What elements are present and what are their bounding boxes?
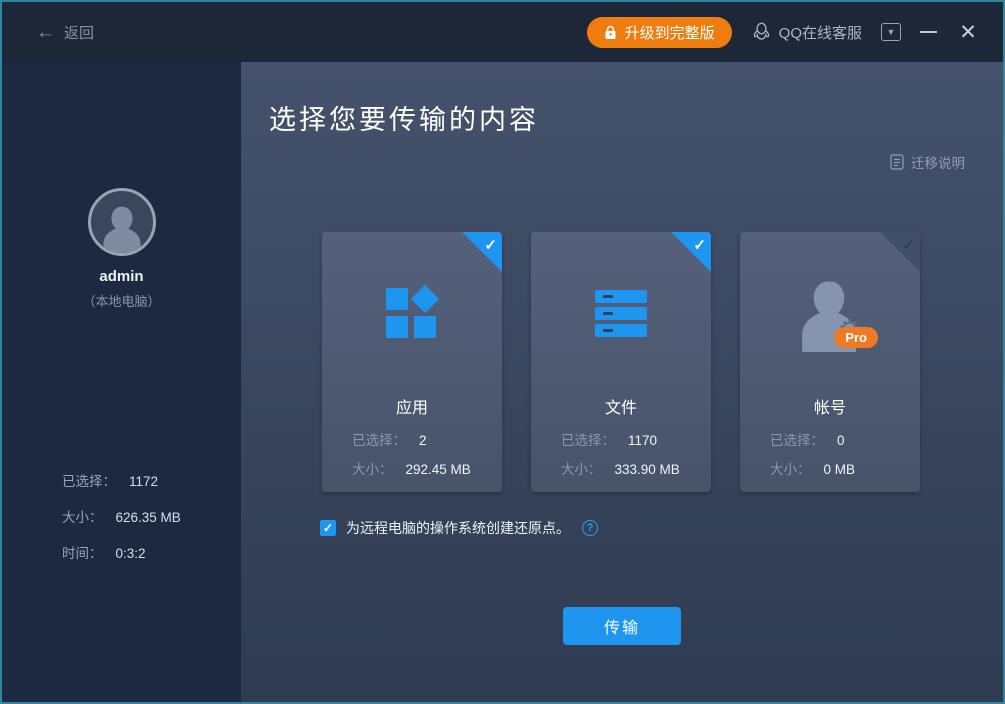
sidebar: admin （本地电脑） 已选择： 1172 大小： 626.35 MB 时间：… (2, 62, 241, 702)
card-size-value: 292.45 MB (406, 462, 471, 477)
card-selected-value: 0 (837, 433, 845, 448)
stat-selected: 已选择： 1172 (62, 470, 181, 490)
minimize-icon (920, 31, 937, 33)
migration-help-label: 迁移说明 (911, 152, 965, 172)
check-icon: ✓ (902, 236, 915, 254)
card-selected-row: 已选择： 1170 (531, 429, 711, 449)
card-title: 帐号 (740, 394, 920, 420)
user-subtitle: （本地电脑） (2, 291, 241, 310)
qq-support-label: QQ在线客服 (779, 22, 862, 43)
account-icon: ⚙ Pro (790, 270, 870, 356)
stat-time: 时间： 0:3:2 (62, 542, 181, 562)
card-selected-value: 2 (419, 433, 427, 448)
titlebar-dropdown-button[interactable]: ▼ (881, 23, 901, 41)
check-icon: ✓ (484, 236, 497, 254)
chevron-down-icon: ▼ (887, 27, 896, 37)
transfer-cards: ✓ 应用 已选择： 2 大小： 292.45 MB (322, 232, 920, 492)
restore-point-label: 为远程电脑的操作系统创建还原点。 (346, 518, 570, 538)
main-content: 选择您要传输的内容 迁移说明 ✓ 应用 已选择： (241, 62, 1003, 702)
check-icon: ✓ (693, 236, 706, 254)
stat-label: 大小： (62, 506, 103, 526)
transfer-button[interactable]: 传输 (563, 607, 681, 645)
stat-value: 0:3:2 (116, 546, 146, 561)
check-icon: ✓ (323, 521, 333, 535)
titlebar-actions: 升级到完整版 QQ在线客服 ▼ ✕ (587, 17, 983, 48)
migration-help-link[interactable]: 迁移说明 (890, 152, 965, 172)
close-icon: ✕ (959, 21, 977, 44)
document-icon (890, 154, 904, 170)
card-selected-label: 已选择： (352, 429, 406, 449)
card-size-value: 0 MB (824, 462, 856, 477)
pro-badge: Pro (834, 327, 878, 348)
stat-size: 大小： 626.35 MB (62, 506, 181, 526)
card-size-row: 大小： 333.90 MB (531, 458, 711, 478)
card-accounts[interactable]: ✓ ⚙ Pro 帐号 已选择： 0 大小： (740, 232, 920, 492)
card-selected-label: 已选择： (561, 429, 615, 449)
user-name: admin (2, 268, 241, 285)
app-window: ← 返回 升级到完整版 QQ在线客服 ▼ ✕ admin （本地电脑） (0, 0, 1005, 704)
card-selected-row: 已选择： 2 (322, 429, 502, 449)
avatar (88, 188, 156, 256)
person-silhouette-icon (95, 200, 149, 254)
card-size-label: 大小： (352, 458, 393, 478)
card-size-row: 大小： 0 MB (740, 458, 920, 478)
card-title: 应用 (322, 394, 502, 420)
lock-icon (604, 25, 617, 40)
card-apps[interactable]: ✓ 应用 已选择： 2 大小： 292.45 MB (322, 232, 502, 492)
back-label: 返回 (64, 22, 94, 43)
help-icon[interactable]: ? (582, 520, 598, 536)
card-size-label: 大小： (561, 458, 602, 478)
files-icon (595, 290, 647, 337)
sidebar-stats: 已选择： 1172 大小： 626.35 MB 时间： 0:3:2 (62, 470, 181, 578)
stat-value: 1172 (129, 474, 158, 489)
minimize-button[interactable] (913, 31, 943, 33)
qq-support-link[interactable]: QQ在线客服 (751, 21, 862, 43)
qq-penguin-icon (751, 21, 772, 43)
back-button[interactable]: ← 返回 (36, 22, 94, 43)
upgrade-button[interactable]: 升级到完整版 (587, 17, 732, 48)
card-size-row: 大小： 292.45 MB (322, 458, 502, 478)
card-selected-value: 1170 (628, 433, 657, 448)
back-arrow-icon: ← (36, 23, 55, 42)
card-title: 文件 (531, 394, 711, 420)
card-files[interactable]: ✓ 文件 已选择： 1170 大小： 333.90 MB (531, 232, 711, 492)
card-size-label: 大小： (770, 458, 811, 478)
card-selected-label: 已选择： (770, 429, 824, 449)
restore-point-checkbox[interactable]: ✓ (320, 520, 336, 536)
stat-label: 已选择： (62, 470, 116, 490)
titlebar: ← 返回 升级到完整版 QQ在线客服 ▼ ✕ (2, 2, 1003, 62)
page-title: 选择您要传输的内容 (269, 98, 539, 137)
card-size-value: 333.90 MB (615, 462, 680, 477)
upgrade-label: 升级到完整版 (625, 22, 715, 43)
card-selected-row: 已选择： 0 (740, 429, 920, 449)
stat-label: 时间： (62, 542, 103, 562)
restore-point-row: ✓ 为远程电脑的操作系统创建还原点。 ? (320, 518, 598, 538)
apps-icon (386, 288, 438, 338)
stat-value: 626.35 MB (116, 510, 181, 525)
close-button[interactable]: ✕ (953, 20, 983, 45)
